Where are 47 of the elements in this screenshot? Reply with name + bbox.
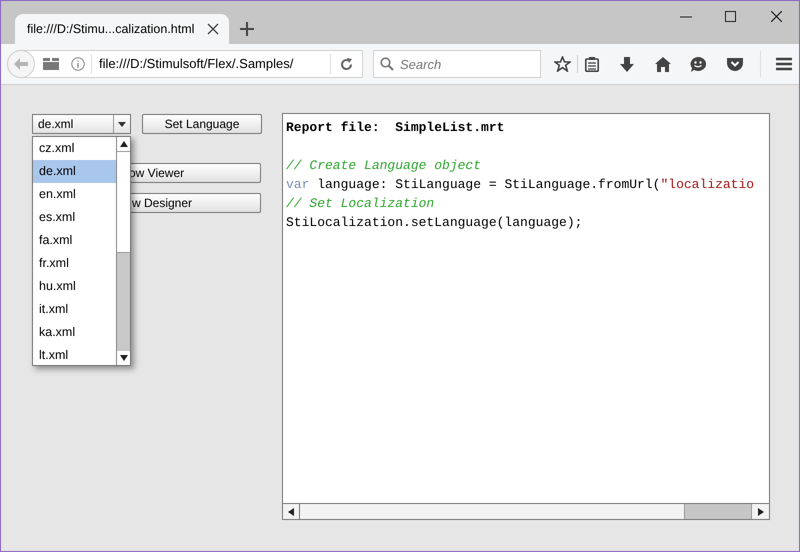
reload-icon[interactable]	[340, 58, 353, 70]
dropdown-option[interactable]: ka.xml	[33, 321, 116, 344]
url-text: file:///D:/Stimulsoft/Flex/.Samples/	[99, 55, 294, 74]
search-icon	[380, 57, 394, 71]
dropdown-option[interactable]: cz.xml	[33, 137, 116, 160]
dropdown-option[interactable]: fa.xml	[33, 229, 116, 252]
set-language-button[interactable]: Set Language	[142, 114, 262, 134]
left-arrow-icon[interactable]	[288, 508, 294, 516]
search-field[interactable]: Search	[373, 50, 541, 78]
scroll-thumb[interactable]	[117, 151, 130, 253]
menu-icon[interactable]	[776, 57, 792, 71]
tab-title: file:///D:/Stimu...calization.html	[27, 20, 196, 38]
clipboard-icon[interactable]	[585, 56, 599, 72]
down-arrow-icon[interactable]	[120, 355, 128, 361]
dropdown-option[interactable]: fr.xml	[33, 252, 116, 275]
info-icon[interactable]	[71, 57, 85, 71]
close-icon[interactable]	[207, 23, 219, 35]
scroll-thumb[interactable]	[684, 504, 752, 519]
code-line: Report file: SimpleList.mrt	[286, 120, 504, 135]
code-line: StiLocalization.setLanguage(language);	[286, 215, 582, 230]
up-arrow-icon[interactable]	[120, 141, 128, 147]
star-icon[interactable]	[554, 56, 571, 72]
page-icon	[43, 58, 59, 70]
new-tab-icon[interactable]	[240, 22, 254, 36]
scrollbar[interactable]	[116, 137, 130, 365]
code-line: var language: StiLanguage = StiLanguage.fromUrl("localizatio	[286, 177, 754, 192]
dropdown-value: de.xml	[37, 116, 74, 133]
code-line: // Set Localization	[286, 196, 434, 211]
dropdown-option[interactable]: lt.xml	[33, 344, 116, 367]
code-line: // Create Language object	[286, 158, 482, 173]
dropdown-option[interactable]: de.xml	[33, 160, 116, 183]
home-icon[interactable]	[655, 56, 671, 72]
dropdown-option[interactable]: it.xml	[33, 298, 116, 321]
back-arrow-icon	[14, 58, 28, 70]
minimize-icon[interactable]	[680, 16, 692, 18]
browser-tab[interactable]: file:///D:/Stimu...calization.html	[15, 14, 229, 44]
address-bar[interactable]: file:///D:/Stimulsoft/Flex/.Samples/	[7, 50, 363, 78]
language-dropdown[interactable]: de.xml	[32, 114, 131, 134]
close-window-icon[interactable]	[771, 11, 782, 22]
horizontal-scrollbar[interactable]	[283, 503, 769, 519]
maximize-icon[interactable]	[725, 11, 736, 22]
download-icon[interactable]	[620, 56, 634, 72]
right-arrow-icon[interactable]	[758, 508, 764, 516]
pocket-icon[interactable]	[727, 56, 743, 72]
caret-icon	[118, 122, 126, 127]
smiley-icon[interactable]	[690, 56, 706, 72]
dropdown-option[interactable]: hu.xml	[33, 275, 116, 298]
